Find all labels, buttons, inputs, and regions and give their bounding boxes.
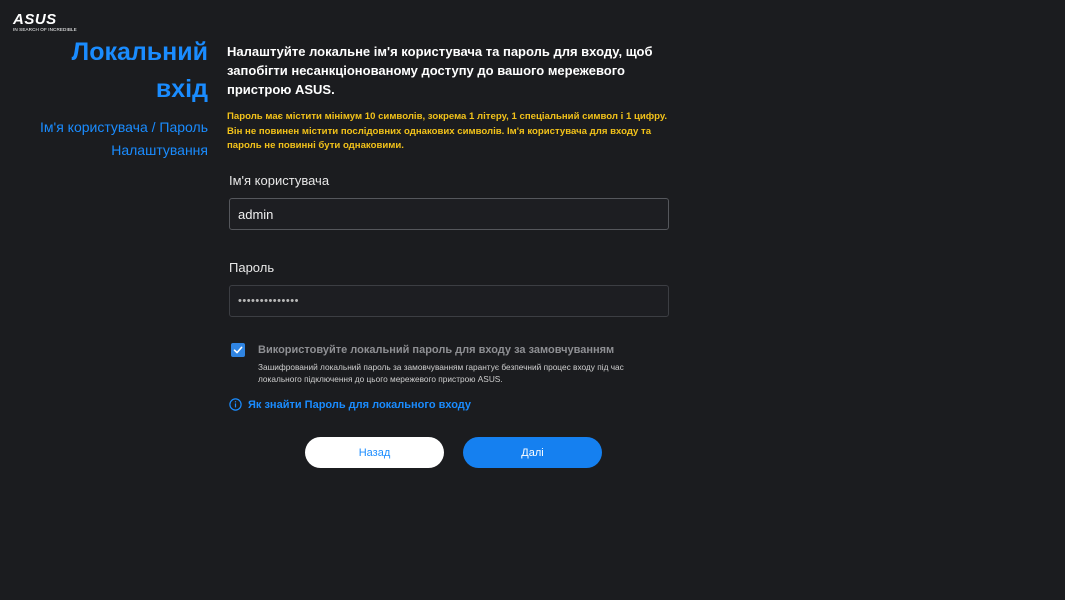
logo-wordmark: ASUS — [13, 11, 57, 28]
username-label: Ім'я користувача — [229, 173, 330, 188]
step-username-password: Ім'я користувача / Пароль — [40, 119, 208, 135]
default-password-description: Зашифрований локальний пароль за замовчу… — [258, 362, 624, 384]
intro-text: Налаштуйте локальне ім'я користувача та … — [227, 44, 653, 97]
info-icon — [229, 398, 242, 411]
help-link[interactable]: Як знайти Пароль для локального входу — [229, 398, 471, 411]
help-link-label: Як знайти Пароль для локального входу — [248, 398, 472, 411]
logo-tagline: IN SEARCH OF INCREDIBLE — [13, 27, 77, 32]
sidebar: Локальний вхід Ім'я користувача / Пароль… — [0, 34, 208, 162]
page-title-line2: вхід — [155, 75, 208, 103]
step-list: Ім'я користувача / Пароль Налаштування — [0, 116, 208, 162]
back-button[interactable]: Назад — [305, 437, 444, 468]
page-title: Локальний вхід — [0, 34, 208, 108]
password-label: Пароль — [229, 260, 275, 275]
password-requirements: Пароль має містити мінімум 10 символів, … — [227, 111, 668, 151]
next-button[interactable]: Далі — [463, 437, 602, 468]
main-content: Налаштуйте локальне ім'я користувача та … — [227, 42, 672, 154]
default-password-checkbox[interactable] — [231, 343, 245, 357]
setup-page: ASUS IN SEARCH OF INCREDIBLE Локальний в… — [0, 0, 1065, 600]
checkmark-icon — [233, 346, 243, 354]
password-input[interactable] — [229, 285, 669, 317]
default-password-label: Використовуйте локальний пароль для вход… — [258, 344, 615, 356]
username-input[interactable] — [229, 198, 669, 230]
asus-logo: ASUS IN SEARCH OF INCREDIBLE — [13, 11, 77, 35]
step-settings: Налаштування — [111, 142, 208, 158]
page-title-line1: Локальний — [71, 38, 208, 66]
